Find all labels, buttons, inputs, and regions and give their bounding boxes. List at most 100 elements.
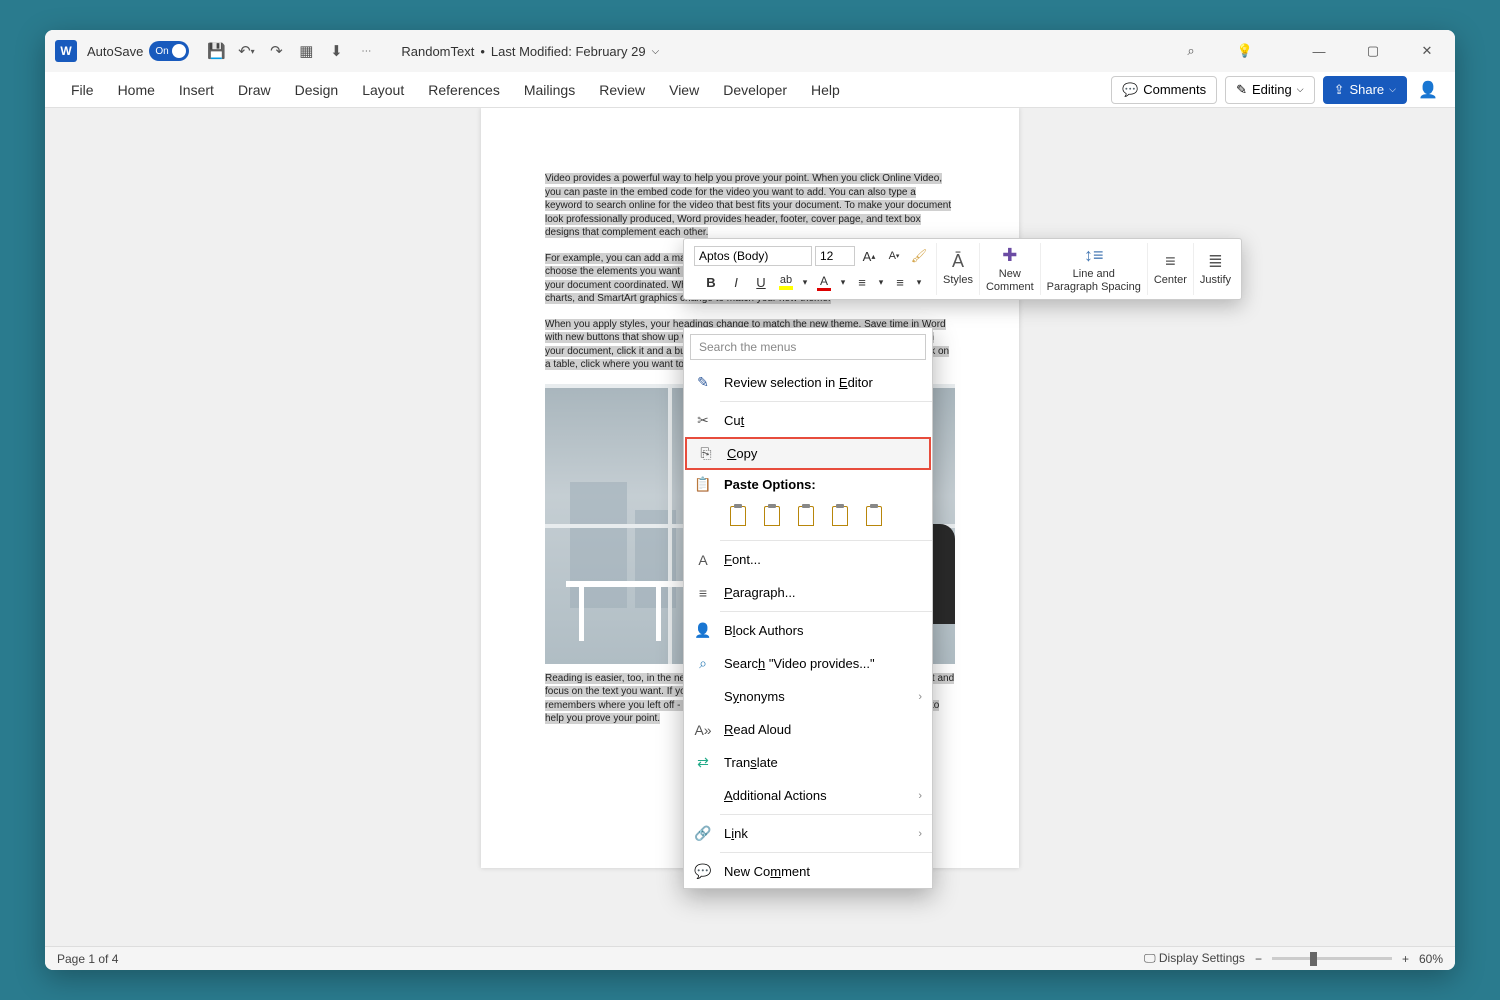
comments-button[interactable]: 💬Comments xyxy=(1111,76,1217,104)
tab-draw[interactable]: Draw xyxy=(226,72,283,107)
lightbulb-icon[interactable]: 💡 xyxy=(1227,36,1263,66)
grow-font-icon[interactable]: A▴ xyxy=(858,245,880,267)
editor-icon: ✎ xyxy=(694,374,712,392)
zoom-level[interactable]: 60% xyxy=(1419,952,1443,966)
app-window: W AutoSave On 💾 ↶▾ ↷ ▦ ⬇ ⋯ RandomText • … xyxy=(45,30,1455,970)
paste-keep-source[interactable] xyxy=(724,502,752,530)
tab-help[interactable]: Help xyxy=(799,72,852,107)
menu-review-editor[interactable]: ✎ Review selection in Editor xyxy=(684,366,932,399)
shrink-font-icon[interactable]: A▾ xyxy=(883,245,905,267)
page-indicator[interactable]: Page 1 of 4 xyxy=(57,952,118,966)
display-settings-button[interactable]: 🖵 Display Settings xyxy=(1144,951,1245,966)
bold-button[interactable]: B xyxy=(700,271,722,293)
zoom-slider[interactable] xyxy=(1272,957,1392,960)
qat-customize-icon[interactable]: ⋯ xyxy=(353,38,379,64)
mini-toolbar: A▴ A▾ 🖌 B I U ab ▾ A ▾ ≡ ▾ ≡ ▾ Ᾱ Styles xyxy=(683,238,1242,300)
zoom-out-button[interactable]: − xyxy=(1255,952,1262,966)
font-color-dropdown-icon[interactable]: ▾ xyxy=(838,271,848,293)
menu-font[interactable]: A Font... xyxy=(684,543,932,576)
paste-text-only[interactable] xyxy=(826,502,854,530)
numbering-button[interactable]: ≡ xyxy=(889,271,911,293)
highlight-button[interactable]: ab xyxy=(775,271,797,293)
bullets-button[interactable]: ≡ xyxy=(851,271,873,293)
search-icon: ⌕ xyxy=(694,655,712,673)
menu-link[interactable]: 🔗 Link › xyxy=(684,817,932,850)
document-title[interactable]: RandomText • Last Modified: February 29 … xyxy=(401,44,659,59)
tab-home[interactable]: Home xyxy=(106,72,167,107)
account-icon[interactable]: 👤 xyxy=(1415,80,1441,100)
menu-search[interactable]: ⌕ Search "Video provides..." xyxy=(684,647,932,680)
bullets-dropdown-icon[interactable]: ▾ xyxy=(876,271,886,293)
editing-button[interactable]: ✎Editing⌵ xyxy=(1225,76,1314,104)
font-select[interactable] xyxy=(694,246,812,266)
menu-search-input[interactable]: Search the menus xyxy=(690,334,926,360)
styles-button[interactable]: Ᾱ Styles xyxy=(936,243,979,295)
font-color-button[interactable]: A xyxy=(813,271,835,293)
justify-button[interactable]: ≣ Justify xyxy=(1193,243,1237,295)
menu-copy[interactable]: ⎘ Copy xyxy=(685,437,931,470)
share-icon: ⇪ xyxy=(1334,82,1345,98)
line-spacing-button[interactable]: ↕≡ Line andParagraph Spacing xyxy=(1040,243,1147,295)
underline-button[interactable]: U xyxy=(750,271,772,293)
chevron-right-icon: › xyxy=(918,828,922,840)
toggle-knob xyxy=(172,44,186,58)
share-button[interactable]: ⇪Share⌵ xyxy=(1323,76,1407,104)
menu-paste-options-label: 📋 Paste Options: xyxy=(684,470,932,498)
justify-icon: ≣ xyxy=(1208,251,1223,272)
menu-read-aloud[interactable]: A» Read Aloud xyxy=(684,713,932,746)
paragraph-1[interactable]: Video provides a powerful way to help yo… xyxy=(545,173,951,238)
font-size-select[interactable] xyxy=(815,246,855,266)
styles-icon: Ᾱ xyxy=(952,251,964,272)
autosave-label: AutoSave xyxy=(87,44,143,59)
word-icon: W xyxy=(55,40,77,62)
tab-design[interactable]: Design xyxy=(283,72,351,107)
undo-icon[interactable]: ↶▾ xyxy=(233,38,259,64)
statusbar: Page 1 of 4 🖵 Display Settings − + 60% xyxy=(45,946,1455,970)
comment-icon: 💬 xyxy=(1122,82,1138,98)
tab-layout[interactable]: Layout xyxy=(350,72,416,107)
menu-translate[interactable]: ⇄ Translate xyxy=(684,746,932,779)
autosave-state: On xyxy=(155,46,168,57)
chevron-right-icon: › xyxy=(918,790,922,802)
pencil-icon: ✎ xyxy=(1236,82,1247,98)
center-icon: ≡ xyxy=(1165,251,1176,272)
autosave-toggle[interactable]: On xyxy=(149,41,189,61)
minimize-button[interactable]: — xyxy=(1301,36,1337,66)
qat-icon-1[interactable]: ▦ xyxy=(293,38,319,64)
format-painter-icon[interactable]: 🖌 xyxy=(908,245,930,267)
highlight-dropdown-icon[interactable]: ▾ xyxy=(800,271,810,293)
tab-view[interactable]: View xyxy=(657,72,711,107)
italic-button[interactable]: I xyxy=(725,271,747,293)
menu-additional-actions[interactable]: Additional Actions › xyxy=(684,779,932,812)
copy-icon: ⎘ xyxy=(697,445,715,463)
close-button[interactable]: ✕ xyxy=(1409,36,1445,66)
chevron-down-icon: ⌵ xyxy=(652,46,660,57)
context-menu: Search the menus ✎ Review selection in E… xyxy=(683,327,933,889)
numbering-dropdown-icon[interactable]: ▾ xyxy=(914,271,924,293)
tab-file[interactable]: File xyxy=(59,72,106,107)
tab-developer[interactable]: Developer xyxy=(711,72,799,107)
menu-new-comment[interactable]: 💬 New Comment xyxy=(684,855,932,888)
zoom-in-button[interactable]: + xyxy=(1402,952,1409,966)
menu-block-authors[interactable]: 👤 Block Authors xyxy=(684,614,932,647)
menu-paragraph[interactable]: ≡ Paragraph... xyxy=(684,576,932,609)
zoom-thumb[interactable] xyxy=(1310,952,1317,966)
new-comment-button[interactable]: ✚ NewComment xyxy=(979,243,1040,295)
tab-review[interactable]: Review xyxy=(587,72,657,107)
tab-mailings[interactable]: Mailings xyxy=(512,72,587,107)
maximize-button[interactable]: ▢ xyxy=(1355,36,1391,66)
menu-synonyms[interactable]: Synonyms › xyxy=(684,680,932,713)
menu-cut[interactable]: ✂ Cut xyxy=(684,404,932,437)
paste-merge[interactable] xyxy=(758,502,786,530)
paste-options-row xyxy=(684,498,932,538)
tab-insert[interactable]: Insert xyxy=(167,72,226,107)
search-icon[interactable]: ⌕ xyxy=(1173,36,1209,66)
center-button[interactable]: ≡ Center xyxy=(1147,243,1193,295)
paragraph-icon: ≡ xyxy=(694,584,712,602)
save-icon[interactable]: 💾 xyxy=(203,38,229,64)
tab-references[interactable]: References xyxy=(416,72,512,107)
paste-picture[interactable] xyxy=(792,502,820,530)
qat-icon-2[interactable]: ⬇ xyxy=(323,38,349,64)
paste-default[interactable] xyxy=(860,502,888,530)
redo-icon[interactable]: ↷ xyxy=(263,38,289,64)
